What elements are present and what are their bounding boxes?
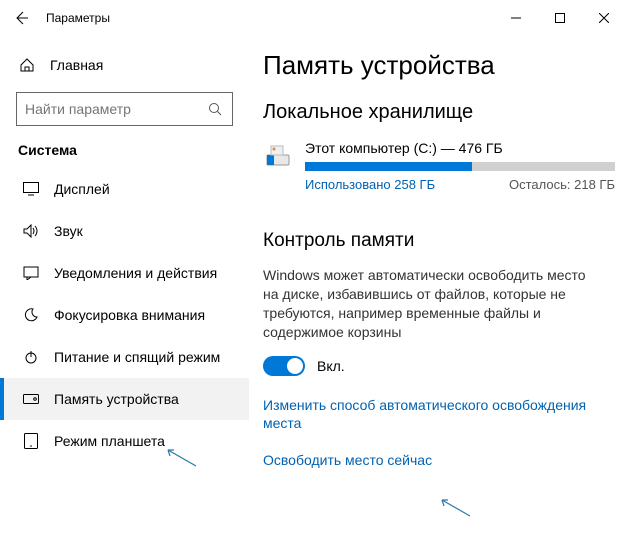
moon-icon bbox=[22, 306, 40, 324]
drive-remaining: Осталось: 218 ГБ bbox=[509, 177, 615, 192]
sidebar-item-label: Фокусировка внимания bbox=[54, 307, 205, 323]
sidebar-item-label: Звук bbox=[54, 223, 83, 239]
sidebar-item-label: Дисплей bbox=[54, 181, 110, 197]
sidebar-item-label: Режим планшета bbox=[54, 433, 165, 449]
sidebar-item-label: Память устройства bbox=[54, 391, 179, 407]
sidebar-item-sound[interactable]: Звук bbox=[0, 210, 249, 252]
minimize-button[interactable] bbox=[494, 0, 538, 36]
maximize-button[interactable] bbox=[538, 0, 582, 36]
tablet-icon bbox=[22, 432, 40, 450]
drive-icon bbox=[263, 140, 293, 170]
search-icon bbox=[206, 100, 224, 118]
sidebar-item-label: Уведомления и действия bbox=[54, 265, 217, 281]
drive-name: Этот компьютер (C:) — 476 ГБ bbox=[305, 140, 615, 156]
storage-sense-description: Windows может автоматически освободить м… bbox=[263, 266, 603, 342]
sidebar-item-focus[interactable]: Фокусировка внимания bbox=[0, 294, 249, 336]
sound-icon bbox=[22, 222, 40, 240]
sidebar-home[interactable]: Главная bbox=[0, 48, 249, 82]
local-storage-heading: Локальное хранилище bbox=[263, 101, 615, 124]
home-icon bbox=[18, 56, 36, 74]
sidebar-group-title: Система bbox=[0, 140, 249, 168]
link-configure-storage-sense[interactable]: Изменить способ автоматического освобожд… bbox=[263, 396, 603, 434]
sidebar-item-storage[interactable]: Память устройства bbox=[0, 378, 249, 420]
sidebar-item-tablet[interactable]: Режим планшета bbox=[0, 420, 249, 462]
drive-row[interactable]: Этот компьютер (C:) — 476 ГБ Использован… bbox=[263, 140, 615, 192]
back-button[interactable] bbox=[12, 8, 32, 28]
drive-usage-bar bbox=[305, 162, 615, 171]
window-title: Параметры bbox=[46, 11, 110, 25]
storage-sense-heading: Контроль памяти bbox=[263, 230, 615, 252]
notifications-icon bbox=[22, 264, 40, 282]
close-button[interactable] bbox=[582, 0, 626, 36]
main-content: Память устройства Локальное хранилище Эт… bbox=[249, 36, 626, 488]
display-icon bbox=[22, 180, 40, 198]
sidebar-item-notifications[interactable]: Уведомления и действия bbox=[0, 252, 249, 294]
sidebar: Главная Система Дисплей Звук Уведомления… bbox=[0, 36, 249, 488]
page-title: Память устройства bbox=[263, 50, 615, 81]
drive-used-link[interactable]: Использовано 258 ГБ bbox=[305, 177, 435, 192]
sidebar-item-label: Питание и спящий режим bbox=[54, 349, 220, 365]
search-input[interactable] bbox=[25, 101, 206, 117]
sidebar-item-power[interactable]: Питание и спящий режим bbox=[0, 336, 249, 378]
sidebar-home-label: Главная bbox=[50, 57, 103, 73]
search-input-wrap[interactable] bbox=[16, 92, 233, 126]
sidebar-item-display[interactable]: Дисплей bbox=[0, 168, 249, 210]
link-free-space-now[interactable]: Освободить место сейчас bbox=[263, 451, 603, 470]
power-icon bbox=[22, 348, 40, 366]
storage-icon bbox=[22, 390, 40, 408]
toggle-label: Вкл. bbox=[317, 358, 345, 374]
storage-sense-toggle[interactable] bbox=[263, 356, 305, 376]
